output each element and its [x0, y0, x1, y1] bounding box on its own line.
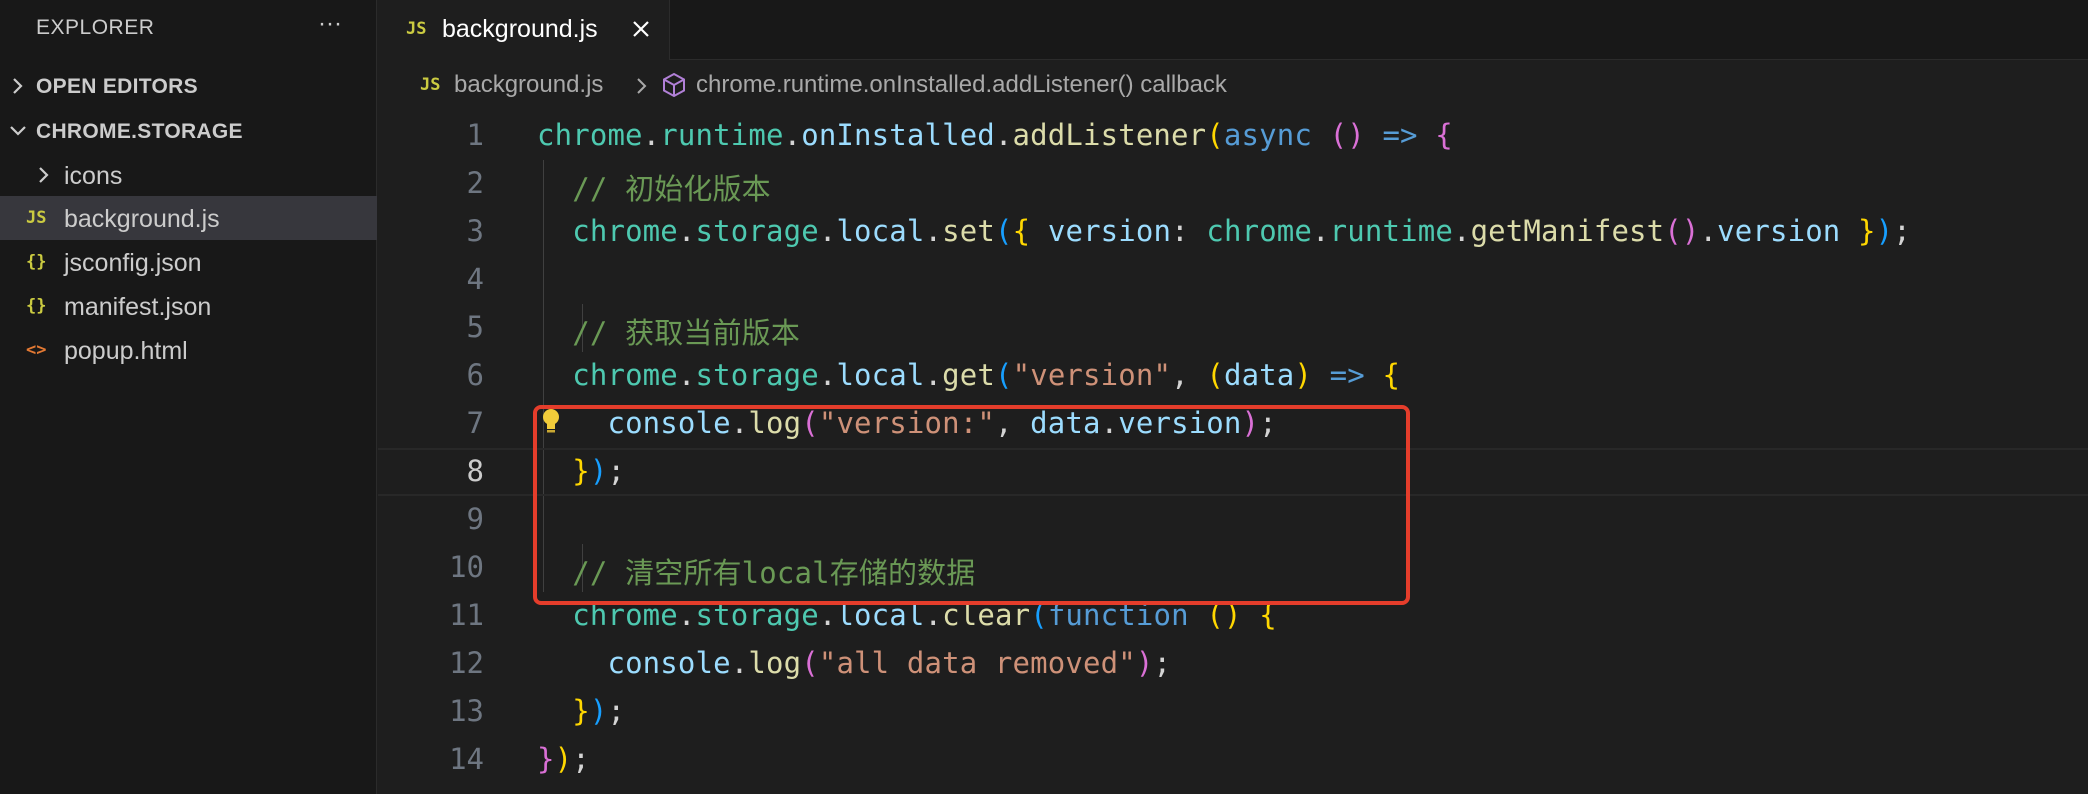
code-line: 3 chrome.storage.local.set({ version: ch…	[378, 208, 2088, 256]
code-text: chrome.storage.local.clear(function () {	[572, 598, 1277, 632]
chevron-down-icon	[10, 126, 26, 136]
line-number: 11	[449, 598, 484, 632]
tree-item-label: jsconfig.json	[64, 249, 202, 277]
code-text: // 清空所有local存储的数据	[572, 556, 976, 590]
breadcrumb-file[interactable]: background.js	[454, 71, 603, 99]
tree-folder-icons[interactable]: icons	[0, 153, 377, 197]
code-text: chrome.runtime.onInstalled.addListener(a…	[537, 118, 1453, 152]
code-editor[interactable]: 1 chrome.runtime.onInstalled.addListener…	[378, 112, 2088, 794]
code-line: 6 chrome.storage.local.get("version", (d…	[378, 352, 2088, 400]
line-number: 1	[466, 118, 484, 152]
code-line: 9	[378, 496, 2088, 544]
code-line: 5 // 获取当前版本	[378, 304, 2088, 352]
code-text: });	[537, 742, 590, 776]
line-number: 8	[466, 454, 484, 488]
tree-file-popup-html[interactable]: <> popup.html	[0, 328, 377, 372]
code-line-current: 8 });	[378, 448, 2088, 496]
line-number: 5	[466, 310, 484, 344]
code-text: chrome.storage.local.get("version", (dat…	[572, 358, 1401, 392]
line-number: 2	[466, 166, 484, 200]
section-label: OPEN EDITORS	[36, 75, 198, 98]
json-file-icon: {}	[26, 296, 47, 316]
js-file-icon: JS	[406, 19, 427, 39]
section-project[interactable]: CHROME.STORAGE	[0, 111, 377, 151]
line-number: 3	[466, 214, 484, 248]
chevron-right-icon	[13, 78, 23, 94]
tree-item-label: popup.html	[64, 337, 188, 365]
tree-file-manifest-json[interactable]: {} manifest.json	[0, 284, 377, 328]
tree-item-label: background.js	[64, 205, 220, 233]
code-line: 2 // 初始化版本	[378, 160, 2088, 208]
tree-item-label: icons	[64, 162, 123, 190]
line-number: 7	[466, 406, 484, 440]
line-number: 4	[466, 262, 484, 296]
js-file-icon: JS	[26, 208, 47, 228]
breadcrumb-symbol[interactable]: chrome.runtime.onInstalled.addListener()…	[696, 71, 1227, 99]
line-number: 15	[378, 790, 484, 794]
section-label: CHROME.STORAGE	[36, 120, 243, 143]
line-number: 6	[466, 358, 484, 392]
explorer-title: EXPLORER	[36, 16, 155, 39]
code-text: });	[572, 694, 626, 728]
code-line: 10 // 清空所有local存储的数据	[378, 544, 2088, 592]
editor-area: JS background.js JS background.js chrome…	[378, 0, 2088, 794]
explorer-header: EXPLORER ···	[0, 0, 377, 58]
code-text: // 获取当前版本	[572, 316, 800, 350]
code-line: 1 chrome.runtime.onInstalled.addListener…	[378, 112, 2088, 160]
code-text: // 初始化版本	[572, 172, 771, 206]
more-actions-icon[interactable]: ···	[315, 12, 345, 44]
chevron-right-icon	[39, 167, 49, 183]
section-open-editors[interactable]: OPEN EDITORS	[0, 66, 377, 106]
json-file-icon: {}	[26, 252, 47, 272]
tab-background-js[interactable]: JS background.js	[378, 0, 670, 60]
line-number: 12	[449, 646, 484, 680]
code-line: 13 });	[378, 688, 2088, 736]
line-number: 14	[449, 742, 484, 776]
code-line: 4	[378, 256, 2088, 304]
js-file-icon: JS	[420, 75, 441, 95]
symbol-method-icon	[663, 72, 685, 98]
close-icon[interactable]	[628, 16, 654, 42]
tab-bar: JS background.js	[378, 0, 2088, 60]
code-line: 15	[378, 784, 2088, 794]
vscode-window: EXPLORER ··· OPEN EDITORS CHROME.STORAGE…	[0, 0, 2088, 794]
explorer-sidebar: EXPLORER ··· OPEN EDITORS CHROME.STORAGE…	[0, 0, 377, 794]
code-line: 11 chrome.storage.local.clear(function (…	[378, 592, 2088, 640]
html-file-icon: <>	[26, 340, 47, 360]
code-line: 7 console.log("version:", data.version);	[378, 400, 2088, 448]
tree-file-jsconfig-json[interactable]: {} jsconfig.json	[0, 240, 377, 284]
code-line: 12 console.log("all data removed");	[378, 640, 2088, 688]
line-number: 13	[449, 694, 484, 728]
tree-item-label: manifest.json	[64, 293, 212, 321]
code-text: console.log("all data removed");	[607, 646, 1172, 680]
code-text: });	[572, 454, 626, 488]
line-number: 10	[449, 550, 484, 584]
code-line: 14 });	[378, 736, 2088, 784]
tree-file-background-js[interactable]: JS background.js	[0, 196, 377, 240]
tab-label: background.js	[442, 15, 598, 43]
line-number: 9	[466, 502, 484, 536]
code-text: console.log("version:", data.version);	[607, 406, 1277, 440]
code-text: chrome.storage.local.set({ version: chro…	[572, 214, 1911, 248]
breadcrumb: JS background.js chrome.runtime.onInstal…	[378, 66, 2088, 106]
chevron-right-icon	[637, 78, 647, 94]
